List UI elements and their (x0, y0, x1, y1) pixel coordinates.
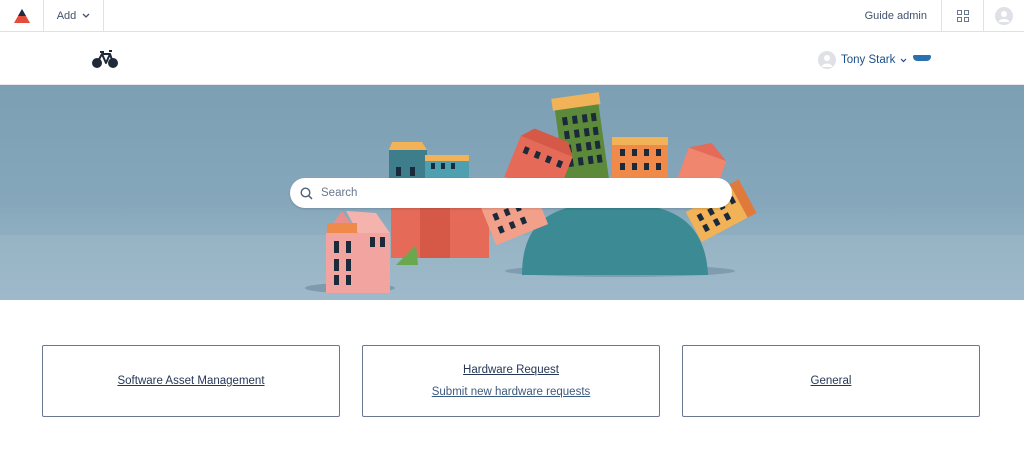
user-profile-menu[interactable]: Tony Stark (818, 50, 907, 70)
chevron-down-icon (900, 58, 907, 62)
profile-button[interactable] (984, 0, 1024, 32)
hero-banner (0, 85, 1024, 300)
avatar (818, 51, 836, 69)
bicycle-icon[interactable] (90, 47, 120, 71)
add-label: Add (56, 10, 77, 22)
card-software-asset-management[interactable]: Software Asset Management (42, 345, 340, 417)
search-input[interactable] (321, 187, 701, 199)
card-title-link[interactable]: Hardware Request (463, 364, 559, 376)
user-avatar-icon (995, 7, 1013, 25)
guide-admin-label: Guide admin (864, 10, 927, 22)
admin-top-bar: Add Guide admin (0, 0, 1024, 32)
user-avatar-icon (821, 55, 833, 67)
add-menu-button[interactable]: Add (44, 0, 104, 32)
grid-icon (956, 10, 969, 22)
notification-indicator[interactable] (913, 55, 931, 61)
card-description-link[interactable]: Submit new hardware requests (432, 386, 591, 398)
card-general[interactable]: General (682, 345, 980, 417)
apps-grid-button[interactable] (942, 0, 984, 32)
portal-header: Tony Stark (0, 33, 1024, 85)
card-hardware-request[interactable]: Hardware Request Submit new hardware req… (362, 345, 660, 417)
chevron-down-icon (82, 13, 90, 18)
search-bar[interactable] (290, 178, 732, 208)
search-icon (300, 186, 313, 200)
card-title-link[interactable]: Software Asset Management (117, 375, 264, 387)
home-logo-button[interactable] (0, 0, 44, 32)
card-title-link[interactable]: General (811, 375, 852, 387)
user-name: Tony Stark (841, 54, 896, 66)
guide-admin-button[interactable]: Guide admin (851, 0, 942, 32)
atlassian-triangle-icon (13, 9, 30, 23)
